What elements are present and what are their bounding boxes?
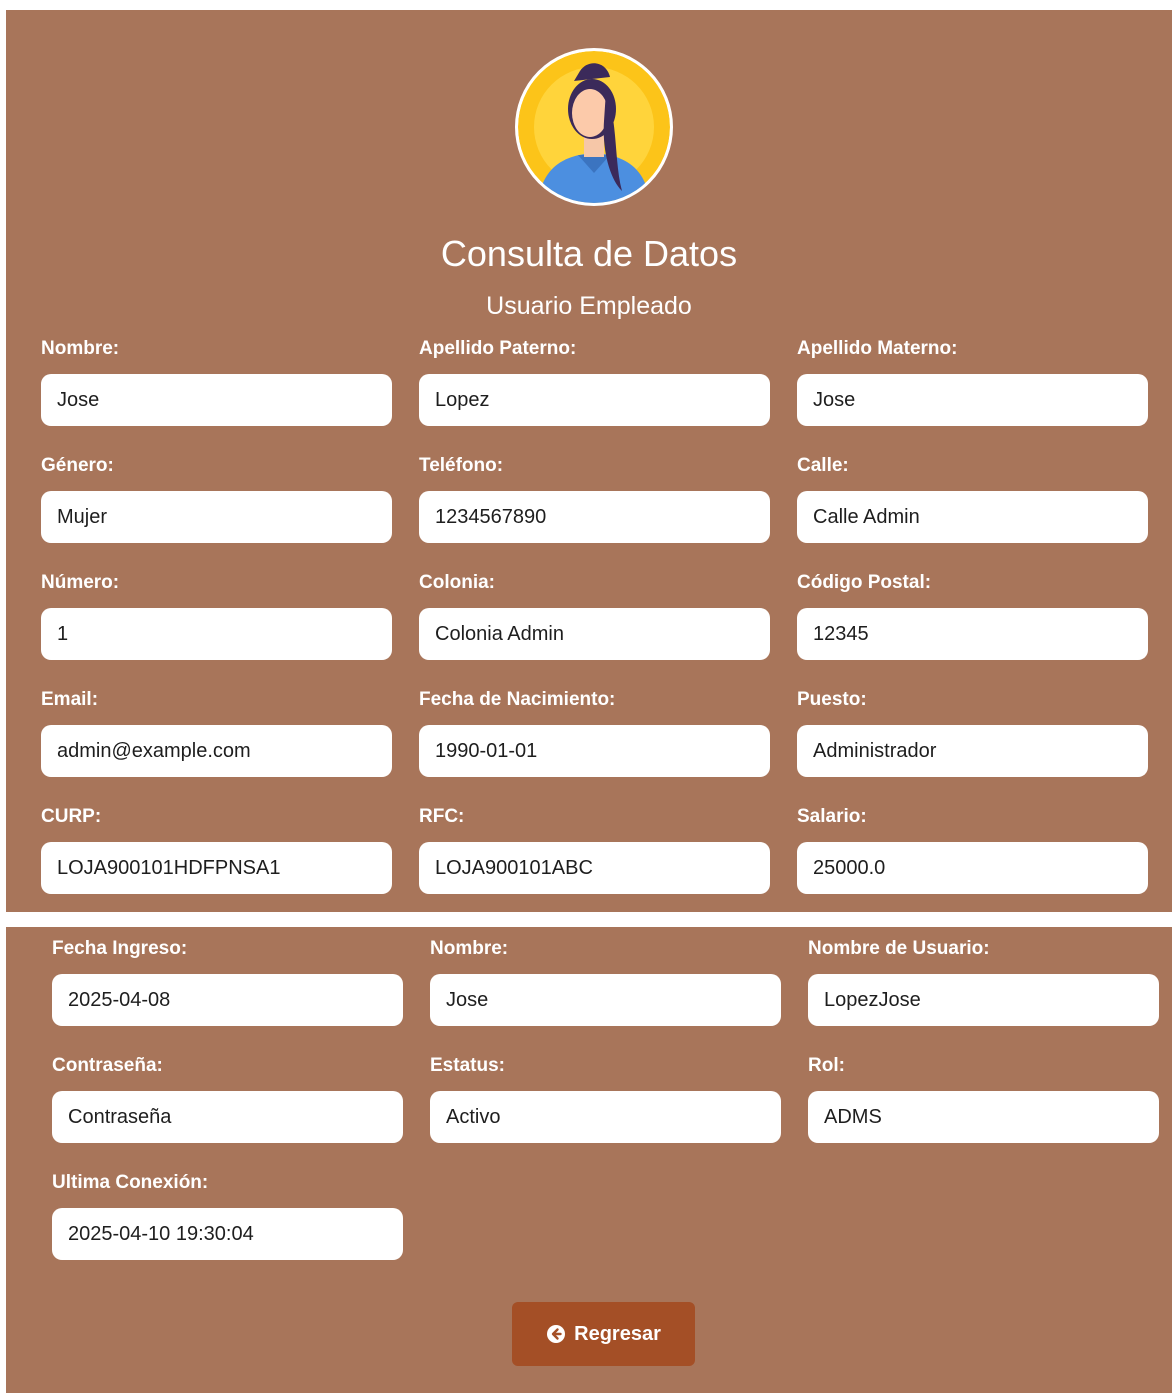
- field-label-apellido-materno: Apellido Materno:: [797, 338, 958, 359]
- field-nombre: Nombre: Jose: [41, 337, 392, 454]
- field-salario: Salario: 25000.0: [797, 805, 1148, 922]
- field-email: Email: admin@example.com: [41, 688, 392, 805]
- field-label-fecha-ingreso: Fecha Ingreso:: [52, 938, 188, 959]
- woman-avatar-icon: [515, 48, 673, 206]
- field-value-email[interactable]: admin@example.com: [41, 725, 392, 777]
- field-label-nombre: Nombre:: [430, 938, 509, 959]
- field-telefono: Teléfono: 1234567890: [419, 454, 770, 571]
- field-label-colonia: Colonia:: [419, 572, 495, 593]
- field-value-fecha-de-nacimiento[interactable]: 1990-01-01: [419, 725, 770, 777]
- field-value-salario[interactable]: 25000.0: [797, 842, 1148, 894]
- field-label-estatus: Estatus:: [430, 1055, 505, 1076]
- field-rol: Rol: ADMS: [808, 1054, 1159, 1171]
- field-label-numero: Número:: [41, 572, 120, 593]
- field-calle: Calle: Calle Admin: [797, 454, 1148, 571]
- field-ultima-conexion: Ultima Conexión: 2025-04-10 19:30:04: [52, 1171, 403, 1288]
- field-label-nombre-de-usuario: Nombre de Usuario:: [808, 938, 990, 959]
- field-value-codigo-postal[interactable]: 12345: [797, 608, 1148, 660]
- field-value-nombre[interactable]: Jose: [41, 374, 392, 426]
- field-label-fecha-de-nacimiento: Fecha de Nacimiento:: [419, 689, 616, 710]
- field-label-codigo-postal: Código Postal:: [797, 572, 932, 593]
- field-numero: Número: 1: [41, 571, 392, 688]
- field-value-curp[interactable]: LOJA900101HDFPNSA1: [41, 842, 392, 894]
- page-title: Consulta de Datos: [440, 233, 738, 274]
- field-label-email: Email:: [41, 689, 99, 710]
- user-fields-grid: Fecha Ingreso: 2025-04-08 Nombre: Jose Nombr…: [52, 937, 1159, 1288]
- back-button-label: Regresar: [574, 1322, 661, 1345]
- field-value-numero[interactable]: 1: [41, 608, 392, 660]
- field-apellido-materno: Apellido Materno: Jose: [797, 337, 1148, 454]
- field-contrasena: Contraseña: Contraseña: [52, 1054, 403, 1171]
- back-button[interactable]: Regresar: [512, 1302, 695, 1366]
- field-colonia: Colonia: Colonia Admin: [419, 571, 770, 688]
- field-nombre-de-usuario: Nombre de Usuario: LopezJose: [808, 937, 1159, 1054]
- field-label-contrasena: Contraseña:: [52, 1055, 163, 1076]
- field-nombre: Nombre: Jose: [430, 937, 781, 1054]
- field-label-calle: Calle:: [797, 455, 849, 476]
- field-value-telefono[interactable]: 1234567890: [419, 491, 770, 543]
- arrow-circle-left-icon: [546, 1324, 566, 1344]
- page-subtitle: Usuario Empleado: [486, 292, 692, 320]
- employee-data-panel: Consulta de Datos Usuario Empleado Nombr…: [6, 10, 1172, 912]
- field-value-nombre-de-usuario[interactable]: LopezJose: [808, 974, 1159, 1026]
- employee-fields-grid: Nombre: Jose Apellido Paterno: Lopez Apellid…: [41, 337, 1148, 922]
- field-value-rol[interactable]: ADMS: [808, 1091, 1159, 1143]
- field-genero: Género: Mujer: [41, 454, 392, 571]
- field-apellido-paterno: Apellido Paterno: Lopez: [419, 337, 770, 454]
- field-label-nombre: Nombre:: [41, 338, 120, 359]
- field-label-apellido-paterno: Apellido Paterno:: [419, 338, 577, 359]
- field-label-rol: Rol:: [808, 1055, 845, 1076]
- field-label-ultima-conexion: Ultima Conexión:: [52, 1172, 209, 1193]
- field-value-genero[interactable]: Mujer: [41, 491, 392, 543]
- user-data-panel: Fecha Ingreso: 2025-04-08 Nombre: Jose Nombr…: [6, 927, 1172, 1393]
- field-label-rfc: RFC:: [419, 806, 465, 827]
- field-label-telefono: Teléfono:: [419, 455, 504, 476]
- field-value-apellido-paterno[interactable]: Lopez: [419, 374, 770, 426]
- field-value-puesto[interactable]: Administrador: [797, 725, 1148, 777]
- field-value-nombre[interactable]: Jose: [430, 974, 781, 1026]
- field-label-curp: CURP:: [41, 806, 102, 827]
- field-label-genero: Género:: [41, 455, 114, 476]
- field-label-puesto: Puesto:: [797, 689, 867, 710]
- field-value-calle[interactable]: Calle Admin: [797, 491, 1148, 543]
- field-codigo-postal: Código Postal: 12345: [797, 571, 1148, 688]
- field-value-colonia[interactable]: Colonia Admin: [419, 608, 770, 660]
- field-value-fecha-ingreso[interactable]: 2025-04-08: [52, 974, 403, 1026]
- field-fecha-ingreso: Fecha Ingreso: 2025-04-08: [52, 937, 403, 1054]
- field-curp: CURP: LOJA900101HDFPNSA1: [41, 805, 392, 922]
- field-fecha-de-nacimiento: Fecha de Nacimiento: 1990-01-01: [419, 688, 770, 805]
- field-value-estatus[interactable]: Activo: [430, 1091, 781, 1143]
- field-label-salario: Salario:: [797, 806, 867, 827]
- field-puesto: Puesto: Administrador: [797, 688, 1148, 805]
- field-value-apellido-materno[interactable]: Jose: [797, 374, 1148, 426]
- field-value-rfc[interactable]: LOJA900101ABC: [419, 842, 770, 894]
- field-value-ultima-conexion[interactable]: 2025-04-10 19:30:04: [52, 1208, 403, 1260]
- field-rfc: RFC: LOJA900101ABC: [419, 805, 770, 922]
- field-value-contrasena[interactable]: Contraseña: [52, 1091, 403, 1143]
- field-estatus: Estatus: Activo: [430, 1054, 781, 1171]
